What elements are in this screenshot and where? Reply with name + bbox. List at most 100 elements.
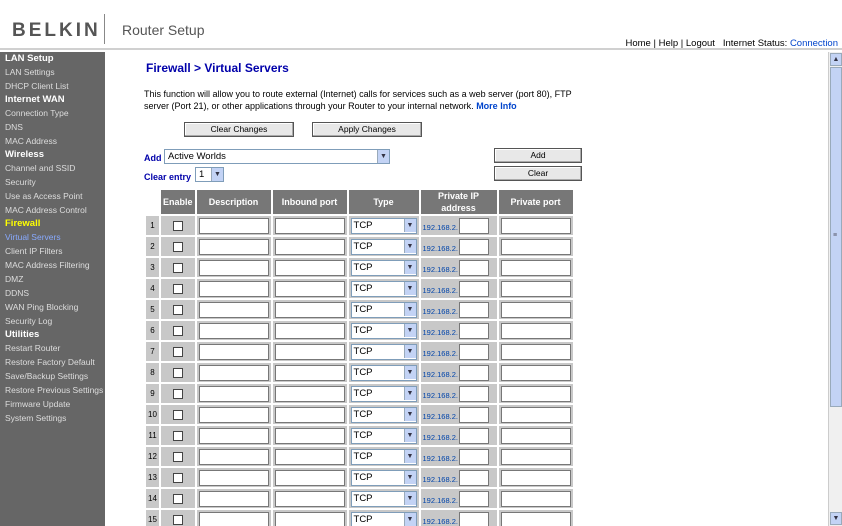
type-select[interactable]: TCP ▼: [350, 322, 417, 339]
sidebar-item-restore-previous-settings[interactable]: Restore Previous Settings: [0, 383, 105, 397]
description-input[interactable]: [198, 448, 269, 465]
chevron-down-icon[interactable]: ▼: [403, 449, 416, 463]
inbound-port-input[interactable]: [274, 385, 345, 402]
inbound-port-input[interactable]: [274, 448, 345, 465]
sidebar-item-mac-address-filtering[interactable]: MAC Address Filtering: [0, 258, 105, 272]
clear-changes-button[interactable]: Clear Changes: [184, 122, 294, 137]
sidebar-item-lan-settings[interactable]: LAN Settings: [0, 65, 105, 79]
private-ip-input[interactable]: [458, 259, 489, 276]
enable-checkbox[interactable]: [172, 283, 183, 294]
chevron-down-icon[interactable]: ▼: [403, 281, 416, 295]
enable-checkbox[interactable]: [172, 367, 183, 378]
sidebar-item-ddns[interactable]: DDNS: [0, 286, 105, 300]
sidebar-item-restore-factory-default[interactable]: Restore Factory Default: [0, 355, 105, 369]
private-ip-input[interactable]: [458, 280, 489, 297]
private-port-input[interactable]: [500, 385, 571, 402]
private-port-input[interactable]: [500, 322, 571, 339]
private-ip-input[interactable]: [458, 448, 489, 465]
private-port-input[interactable]: [500, 238, 571, 255]
type-select[interactable]: TCP ▼: [350, 280, 417, 297]
more-info-link[interactable]: More Info: [476, 101, 517, 111]
enable-checkbox[interactable]: [172, 451, 183, 462]
chevron-down-icon[interactable]: ▼: [403, 365, 416, 379]
private-port-input[interactable]: [500, 406, 571, 423]
type-select[interactable]: TCP ▼: [350, 343, 417, 360]
inbound-port-input[interactable]: [274, 364, 345, 381]
description-input[interactable]: [198, 469, 269, 486]
sidebar-item-wan-ping-blocking[interactable]: WAN Ping Blocking: [0, 300, 105, 314]
apply-changes-button[interactable]: Apply Changes: [312, 122, 422, 137]
sidebar-item-dns[interactable]: DNS: [0, 120, 105, 134]
sidebar-item-channel-and-ssid[interactable]: Channel and SSID: [0, 161, 105, 175]
private-ip-input[interactable]: [458, 490, 489, 507]
enable-checkbox[interactable]: [172, 220, 183, 231]
description-input[interactable]: [198, 385, 269, 402]
enable-checkbox[interactable]: [172, 304, 183, 315]
private-ip-input[interactable]: [458, 238, 489, 255]
inbound-port-input[interactable]: [274, 427, 345, 444]
type-select[interactable]: TCP ▼: [350, 217, 417, 234]
enable-checkbox[interactable]: [172, 241, 183, 252]
inbound-port-input[interactable]: [274, 322, 345, 339]
chevron-down-icon[interactable]: ▼: [403, 344, 416, 358]
private-port-input[interactable]: [500, 364, 571, 381]
inbound-port-input[interactable]: [274, 406, 345, 423]
private-ip-input[interactable]: [458, 322, 489, 339]
sidebar-item-security-log[interactable]: Security Log: [0, 314, 105, 328]
private-port-input[interactable]: [500, 469, 571, 486]
inbound-port-input[interactable]: [274, 469, 345, 486]
sidebar-item-virtual-servers[interactable]: Virtual Servers: [0, 230, 105, 244]
enable-checkbox[interactable]: [172, 472, 183, 483]
add-button[interactable]: Add: [494, 148, 582, 163]
home-link[interactable]: Home: [625, 38, 650, 49]
enable-checkbox[interactable]: [172, 430, 183, 441]
chevron-down-icon[interactable]: ▼: [403, 512, 416, 526]
sidebar-item-dhcp-client-list[interactable]: DHCP Client List: [0, 79, 105, 93]
private-port-input[interactable]: [500, 511, 571, 526]
private-port-input[interactable]: [500, 448, 571, 465]
private-port-input[interactable]: [500, 217, 571, 234]
private-ip-input[interactable]: [458, 427, 489, 444]
type-select[interactable]: TCP ▼: [350, 364, 417, 381]
private-ip-input[interactable]: [458, 406, 489, 423]
type-select[interactable]: TCP ▼: [350, 511, 417, 526]
chevron-down-icon[interactable]: ▼: [403, 470, 416, 484]
chevron-down-icon[interactable]: ▼: [403, 407, 416, 421]
type-select[interactable]: TCP ▼: [350, 448, 417, 465]
enable-checkbox[interactable]: [172, 493, 183, 504]
sidebar-item-system-settings[interactable]: System Settings: [0, 411, 105, 425]
private-ip-input[interactable]: [458, 343, 489, 360]
chevron-down-icon[interactable]: ▼: [403, 218, 416, 232]
logout-link[interactable]: Logout: [686, 38, 715, 49]
type-select[interactable]: TCP ▼: [350, 259, 417, 276]
chevron-down-icon[interactable]: ▼: [403, 491, 416, 505]
inbound-port-input[interactable]: [274, 217, 345, 234]
enable-checkbox[interactable]: [172, 388, 183, 399]
description-input[interactable]: [198, 343, 269, 360]
private-ip-input[interactable]: [458, 469, 489, 486]
description-input[interactable]: [198, 364, 269, 381]
sidebar-item-firmware-update[interactable]: Firmware Update: [0, 397, 105, 411]
private-ip-input[interactable]: [458, 364, 489, 381]
inbound-port-input[interactable]: [274, 490, 345, 507]
description-input[interactable]: [198, 280, 269, 297]
sidebar-item-security[interactable]: Security: [0, 175, 105, 189]
enable-checkbox[interactable]: [172, 262, 183, 273]
type-select[interactable]: TCP ▼: [350, 490, 417, 507]
chevron-down-icon[interactable]: ▼: [403, 428, 416, 442]
internet-status-value[interactable]: Connection: [790, 38, 838, 49]
private-ip-input[interactable]: [458, 385, 489, 402]
private-port-input[interactable]: [500, 259, 571, 276]
private-ip-input[interactable]: [458, 217, 489, 234]
description-input[interactable]: [198, 238, 269, 255]
chevron-down-icon[interactable]: ▼: [211, 168, 223, 181]
private-port-input[interactable]: [500, 301, 571, 318]
description-input[interactable]: [198, 259, 269, 276]
private-port-input[interactable]: [500, 343, 571, 360]
chevron-down-icon[interactable]: ▼: [403, 323, 416, 337]
add-application-select[interactable]: Active Worlds ▼: [164, 149, 390, 164]
type-select[interactable]: TCP ▼: [350, 427, 417, 444]
inbound-port-input[interactable]: [274, 511, 345, 526]
chevron-down-icon[interactable]: ▼: [403, 386, 416, 400]
chevron-down-icon[interactable]: ▼: [403, 260, 416, 274]
